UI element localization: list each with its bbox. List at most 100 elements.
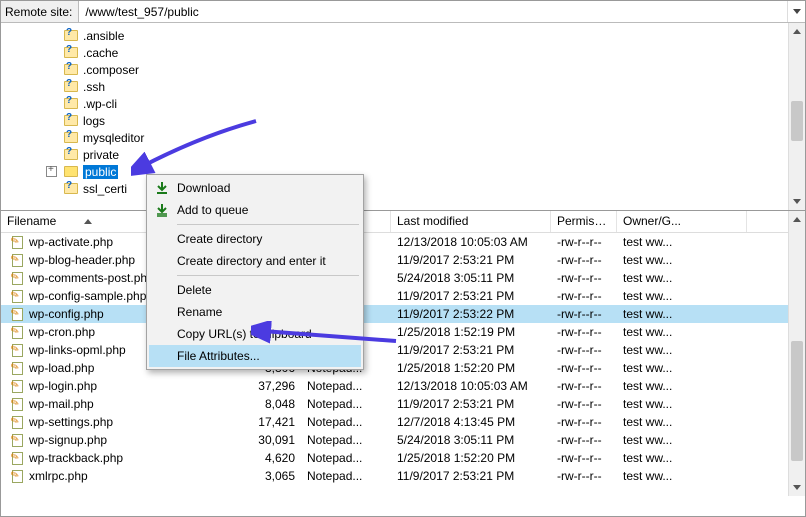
file-size: 37,296 [241,379,301,393]
column-owner[interactable]: Owner/G... [617,211,747,232]
file-type: Notepad... [301,433,391,447]
file-name-cell: wp-signup.php [1,433,241,447]
remote-path-input[interactable] [79,1,787,22]
column-permissions[interactable]: Permissi... [551,211,617,232]
tree-item-ssl_certi[interactable]: ?ssl_certi [1,180,788,197]
tree-item-ssh[interactable]: ?.ssh [1,78,788,95]
tree-item-composer[interactable]: ? .composer [1,61,788,78]
file-row[interactable]: wp-trackback.php4,620Notepad...1/25/2018… [1,449,788,467]
file-mod: 11/9/2017 2:53:21 PM [391,397,551,411]
file-owner: test ww... [617,361,747,375]
file-list-pane: Filename e Last modified Permissi... Own… [1,211,805,496]
php-file-icon [9,271,25,285]
file-row[interactable]: wp-activate.phpad...12/13/2018 10:05:03 … [1,233,788,251]
file-perm: -rw-r--r-- [551,397,617,411]
menu-item-rename[interactable]: Rename [149,301,361,323]
scroll-up-button[interactable] [789,211,805,228]
list-scrollbar[interactable] [788,211,805,496]
file-owner: test ww... [617,415,747,429]
file-perm: -rw-r--r-- [551,379,617,393]
php-file-icon [9,253,25,267]
file-type: Notepad... [301,397,391,411]
tree-item-private[interactable]: ?private [1,146,788,163]
php-file-icon [9,451,25,465]
file-perm: -rw-r--r-- [551,433,617,447]
tree-item-mysqleditor[interactable]: ?mysqleditor [1,129,788,146]
file-name: wp-blog-header.php [29,253,135,267]
file-list-header[interactable]: Filename e Last modified Permissi... Own… [1,211,788,233]
file-size: 30,091 [241,433,301,447]
file-type: Notepad... [301,379,391,393]
tree-item-public[interactable]: public [1,163,788,180]
file-owner: test ww... [617,271,747,285]
tree-item-label: .composer [83,63,139,77]
file-mod: 11/9/2017 2:53:22 PM [391,307,551,321]
scroll-thumb[interactable] [791,101,803,141]
file-row[interactable]: wp-links-opml.php2,422Notepad...11/9/201… [1,341,788,359]
menu-item-label: Create directory [177,232,262,246]
file-mod: 11/9/2017 2:53:21 PM [391,253,551,267]
file-row[interactable]: wp-config-sample.phpad...11/9/2017 2:53:… [1,287,788,305]
file-row[interactable]: wp-mail.php8,048Notepad...11/9/2017 2:53… [1,395,788,413]
scroll-track[interactable] [789,40,805,193]
file-owner: test ww... [617,451,747,465]
tree-item-label: .ssh [83,80,105,94]
file-row[interactable]: wp-load.php3,306Notepad...1/25/2018 1:52… [1,359,788,377]
file-mod: 1/25/2018 1:52:20 PM [391,451,551,465]
file-row[interactable]: wp-login.php37,296Notepad...12/13/2018 1… [1,377,788,395]
menu-item-create-directory-and-enter-it[interactable]: Create directory and enter it [149,250,361,272]
menu-item-create-directory[interactable]: Create directory [149,228,361,250]
menu-separator [177,275,359,276]
file-size: 17,421 [241,415,301,429]
file-name: wp-login.php [29,379,97,393]
tree-scrollbar[interactable] [788,23,805,210]
menu-item-download[interactable]: Download [149,177,361,199]
file-mod: 5/24/2018 3:05:11 PM [391,433,551,447]
menu-item-add-to-queue[interactable]: Add to queue [149,199,361,221]
file-name: wp-activate.php [29,235,113,249]
menu-separator [177,224,359,225]
scroll-track[interactable] [789,228,805,479]
tree-item-wpcli[interactable]: ?.wp-cli [1,95,788,112]
scroll-down-button[interactable] [789,193,805,210]
file-row[interactable]: wp-blog-header.phpad...11/9/2017 2:53:21… [1,251,788,269]
column-last-modified[interactable]: Last modified [391,211,551,232]
menu-item-label: Create directory and enter it [177,254,326,268]
path-dropdown-button[interactable] [787,1,805,22]
file-row[interactable]: xmlrpc.php3,065Notepad...11/9/2017 2:53:… [1,467,788,485]
scroll-thumb[interactable] [791,341,803,461]
tree-item-ansible[interactable]: ?.ansible [1,27,788,44]
file-perm: -rw-r--r-- [551,289,617,303]
file-row[interactable]: wp-comments-post.phad...5/24/2018 3:05:1… [1,269,788,287]
file-row[interactable]: wp-signup.php30,091Notepad...5/24/2018 3… [1,431,788,449]
remote-site-bar: Remote site: [1,1,805,23]
scroll-up-button[interactable] [789,23,805,40]
php-file-icon [9,343,25,357]
menu-item-file-attributes[interactable]: File Attributes... [149,345,361,367]
folder-unknown-icon: ? [63,63,79,77]
chevron-down-icon [793,9,801,14]
file-size: 3,065 [241,469,301,483]
menu-item-label: Delete [177,283,212,297]
file-name: wp-config.php [29,307,104,321]
file-owner: test ww... [617,235,747,249]
directory-tree[interactable]: ?.ansible?.cache? .composer?.ssh?.wp-cli?… [1,23,788,210]
tree-item-label: private [83,148,119,162]
file-row[interactable]: wp-cron.php3,005Notepad...1/25/2018 1:52… [1,323,788,341]
menu-item-delete[interactable]: Delete [149,279,361,301]
tree-item-logs[interactable]: ?logs [1,112,788,129]
file-mod: 11/9/2017 2:53:21 PM [391,343,551,357]
tree-item-cache[interactable]: ?.cache [1,44,788,61]
file-row[interactable]: wp-config.phpad...11/9/2017 2:53:22 PM-r… [1,305,788,323]
file-list-body[interactable]: wp-activate.phpad...12/13/2018 10:05:03 … [1,233,788,485]
file-row[interactable]: wp-settings.php17,421Notepad...12/7/2018… [1,413,788,431]
menu-item-label: File Attributes... [177,349,260,363]
menu-item-copy-url-s-to-clipboard[interactable]: Copy URL(s) to clipboard [149,323,361,345]
file-perm: -rw-r--r-- [551,235,617,249]
file-perm: -rw-r--r-- [551,343,617,357]
scroll-down-button[interactable] [789,479,805,496]
queue-icon [153,201,171,219]
file-perm: -rw-r--r-- [551,271,617,285]
file-mod: 12/13/2018 10:05:03 AM [391,235,551,249]
file-type: Notepad... [301,451,391,465]
